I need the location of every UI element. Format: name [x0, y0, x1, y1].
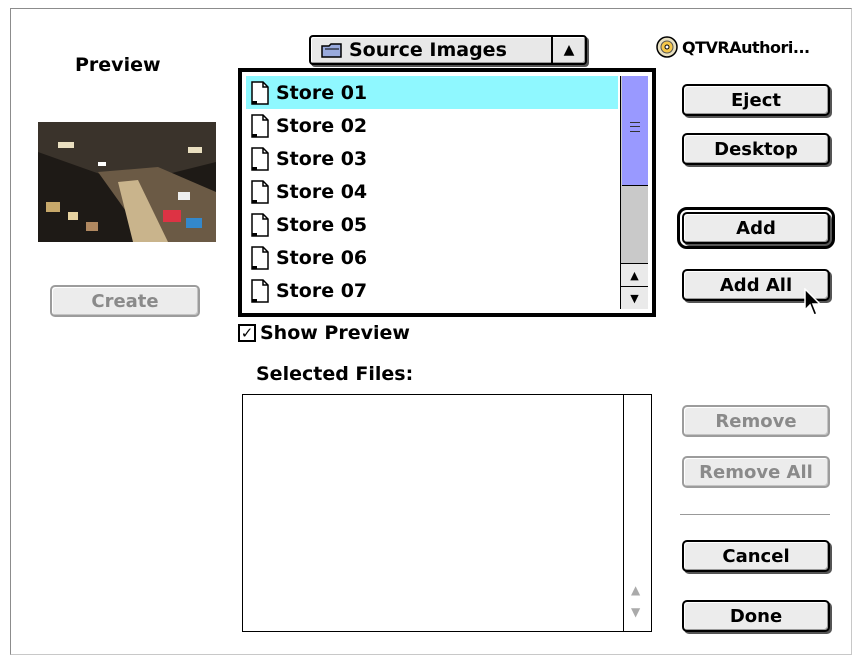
document-icon [251, 113, 269, 138]
file-list-item[interactable]: Store 02 [246, 109, 618, 142]
volume-label: QTVRAuthori... [656, 36, 810, 58]
done-button[interactable]: Done [682, 600, 830, 632]
document-icon [251, 278, 269, 303]
preview-title: Preview [75, 54, 161, 76]
file-list-item[interactable]: Store 04 [246, 175, 618, 208]
preview-image [38, 122, 216, 242]
source-popup-menu[interactable]: Source Images ▲ [309, 35, 587, 65]
add-button[interactable]: Add [677, 207, 835, 249]
scroll-thumb[interactable] [622, 76, 648, 186]
file-list-item[interactable]: Store 01 [246, 76, 618, 109]
file-name: Store 03 [276, 147, 368, 170]
cancel-button[interactable]: Cancel [682, 540, 830, 572]
file-name: Store 06 [276, 246, 368, 269]
file-name: Store 05 [276, 213, 368, 236]
volume-name: QTVRAuthori... [682, 37, 810, 57]
divider [680, 514, 830, 515]
checkmark-icon: ✓ [238, 324, 256, 342]
show-preview-label: Show Preview [260, 322, 410, 344]
document-icon [251, 245, 269, 270]
document-icon [251, 179, 269, 204]
document-icon [251, 146, 269, 171]
file-list-item[interactable]: Store 05 [246, 208, 618, 241]
mouse-cursor-icon [804, 288, 822, 316]
file-name: Store 01 [276, 81, 368, 104]
file-list-item[interactable]: Store 07 [246, 274, 618, 307]
scroll-up-arrow: ▲ [631, 583, 641, 597]
document-icon [251, 80, 269, 105]
show-preview-checkbox[interactable]: ✓ Show Preview [238, 322, 410, 344]
scroll-down-arrow[interactable]: ▼ [621, 286, 648, 309]
file-list-item[interactable]: Store 06 [246, 241, 618, 274]
file-name: Store 07 [276, 279, 368, 302]
eject-button[interactable]: Eject [682, 84, 830, 116]
remove-all-button[interactable]: Remove All [682, 456, 830, 488]
file-list-item[interactable]: Store 03 [246, 142, 618, 175]
file-name: Store 02 [276, 114, 368, 137]
popup-label: Source Images [349, 39, 507, 61]
scroll-down-arrow: ▼ [631, 605, 641, 619]
file-list-scrollbar[interactable]: ▲ ▼ [620, 76, 648, 309]
document-icon [251, 212, 269, 237]
grip-icon [630, 122, 640, 132]
file-name: Store 04 [276, 180, 368, 203]
selected-files-label: Selected Files: [256, 363, 414, 385]
scroll-up-arrow[interactable]: ▲ [621, 263, 648, 286]
folder-icon [321, 43, 342, 58]
file-list[interactable]: Store 01 Store 02 Store 03 Store 04 Store 05… [238, 68, 656, 317]
create-button[interactable]: Create [50, 285, 200, 317]
remove-button[interactable]: Remove [682, 405, 830, 437]
cd-icon [656, 36, 678, 58]
selected-files-scrollbar: ▲ ▼ [623, 395, 651, 631]
selected-files-list[interactable]: ▲ ▼ [242, 394, 652, 632]
desktop-button[interactable]: Desktop [682, 133, 830, 165]
updown-arrow-icon: ▲ [551, 37, 585, 63]
